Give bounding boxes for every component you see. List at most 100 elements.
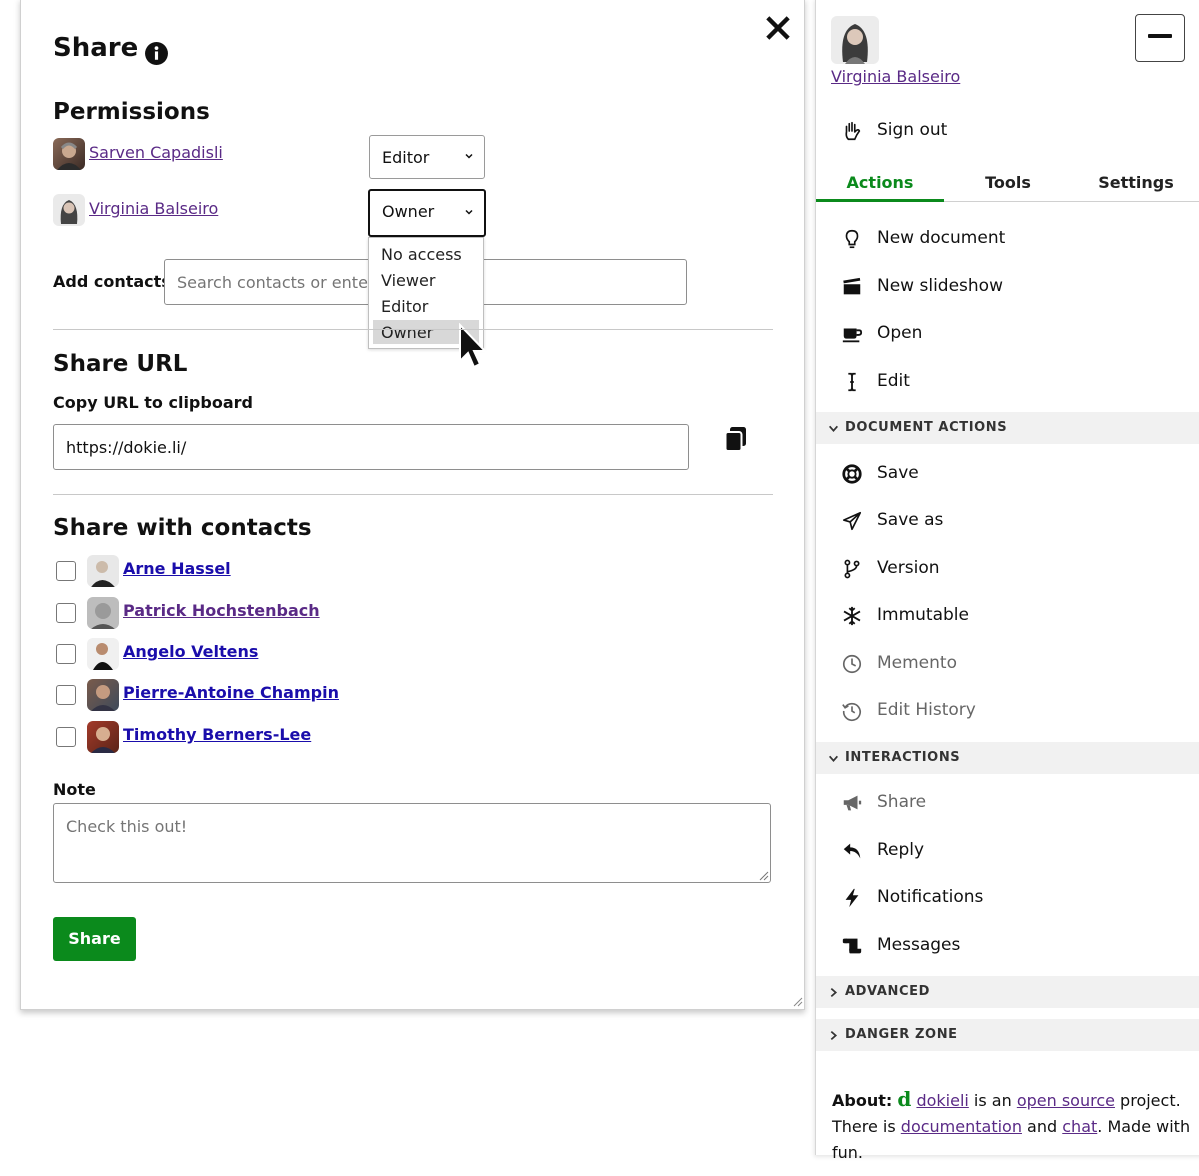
hand-wave-icon	[845, 121, 861, 141]
immutable-action[interactable]: Immutable	[816, 593, 1199, 637]
version-action[interactable]: Version	[816, 546, 1199, 590]
person-link[interactable]: Sarven Capadisli	[89, 143, 223, 162]
copy-icon[interactable]	[723, 425, 749, 453]
dialog-title: Share	[53, 33, 139, 63]
chat-link[interactable]: chat	[1062, 1117, 1097, 1136]
open-source-link[interactable]: open source	[1017, 1091, 1115, 1110]
advanced-section[interactable]: ADVANCED	[816, 976, 1199, 1008]
share-url-heading: Share URL	[53, 351, 188, 377]
resize-handle-icon[interactable]	[759, 871, 769, 881]
contact-checkbox[interactable]	[56, 685, 76, 705]
open-action[interactable]: Open	[816, 311, 1199, 355]
sidebar: Virginia Balseiro Sign out Actions Tools…	[815, 0, 1199, 1162]
about-text: About: d dokieli is an open source proje…	[832, 1086, 1192, 1166]
chevron-down-icon	[828, 755, 839, 763]
new-slideshow-action[interactable]: New slideshow	[816, 264, 1199, 308]
document-actions-section[interactable]: DOCUMENT ACTIONS	[816, 412, 1199, 444]
note-textarea[interactable]: Check this out!	[53, 803, 771, 883]
add-contacts-label: Add contacts	[53, 272, 171, 291]
avatar	[87, 679, 119, 711]
messages-action[interactable]: Messages	[816, 923, 1199, 967]
contact-checkbox[interactable]	[56, 603, 76, 623]
minus-icon	[1148, 34, 1172, 38]
share-dialog: Share Permissions Sarven Capadisli Edito…	[20, 0, 805, 1010]
notifications-action[interactable]: Notifications	[816, 875, 1199, 919]
edit-history-action[interactable]: Edit History	[816, 688, 1199, 732]
avatar	[53, 194, 85, 226]
section-title: INTERACTIONS	[845, 750, 961, 765]
dropdown-option[interactable]: No access	[373, 242, 479, 266]
new-document-action[interactable]: New document	[816, 216, 1199, 260]
minimize-button[interactable]	[1135, 14, 1185, 62]
action-label: New document	[877, 228, 1006, 248]
contact-checkbox[interactable]	[56, 561, 76, 581]
role-select[interactable]: Editor	[369, 135, 485, 179]
action-label: Save	[877, 463, 919, 483]
share-action[interactable]: Share	[816, 780, 1199, 824]
bullhorn-icon	[843, 795, 862, 811]
save-action[interactable]: Save	[816, 451, 1199, 495]
dropdown-option[interactable]: Editor	[373, 294, 479, 318]
note-label: Note	[53, 780, 96, 799]
avatar	[87, 555, 119, 587]
tab-tools[interactable]: Tools	[944, 173, 1072, 203]
contact-link[interactable]: Patrick Hochstenbach	[123, 601, 320, 620]
chevron-down-icon	[828, 425, 839, 433]
clapperboard-icon	[843, 277, 861, 295]
share-url-input[interactable]: https://dokie.li/	[53, 424, 689, 470]
code-branch-icon	[844, 559, 860, 579]
contact-checkbox[interactable]	[56, 727, 76, 747]
avatar	[87, 597, 119, 629]
chevron-right-icon	[830, 987, 838, 998]
mouse-cursor-icon	[459, 323, 488, 369]
memento-action[interactable]: Memento	[816, 641, 1199, 685]
contact-link[interactable]: Arne Hassel	[123, 559, 231, 578]
contact-link[interactable]: Pierre-Antoine Champin	[123, 683, 339, 702]
close-icon[interactable]	[765, 15, 791, 41]
section-title: DANGER ZONE	[845, 1027, 958, 1042]
contact-checkbox[interactable]	[56, 644, 76, 664]
reply-icon	[843, 843, 861, 859]
action-label: Immutable	[877, 605, 969, 625]
contact-link[interactable]: Timothy Berners-Lee	[123, 725, 311, 744]
bolt-icon	[845, 888, 859, 908]
chevron-down-icon	[465, 209, 473, 215]
share-submit-button[interactable]: Share	[53, 917, 136, 961]
chevron-right-icon	[830, 1030, 838, 1041]
avatar	[87, 721, 119, 753]
reply-action[interactable]: Reply	[816, 828, 1199, 872]
chevron-down-icon	[465, 153, 473, 159]
active-tab-indicator	[816, 199, 944, 202]
contact-link[interactable]: Angelo Veltens	[123, 642, 258, 661]
dokieli-link[interactable]: dokieli	[916, 1091, 968, 1110]
action-label: Edit History	[877, 700, 976, 720]
danger-zone-section[interactable]: DANGER ZONE	[816, 1019, 1199, 1051]
section-title: DOCUMENT ACTIONS	[845, 420, 1008, 435]
dialog-resize-handle-icon[interactable]	[793, 997, 803, 1007]
documentation-link[interactable]: documentation	[901, 1117, 1022, 1136]
action-label: Open	[877, 323, 923, 343]
tab-settings[interactable]: Settings	[1072, 173, 1199, 203]
avatar	[53, 138, 85, 170]
snowflake-icon	[843, 606, 861, 626]
info-icon[interactable]	[144, 41, 169, 66]
action-label: Messages	[877, 935, 961, 955]
role-select-value: Editor	[382, 148, 430, 167]
user-name-link[interactable]: Virginia Balseiro	[831, 67, 960, 86]
action-label: Reply	[877, 840, 925, 860]
avatar	[87, 638, 119, 670]
text-cursor-icon	[848, 372, 856, 392]
edit-action[interactable]: Edit	[816, 359, 1199, 403]
share-with-contacts-heading: Share with contacts	[53, 515, 312, 541]
sign-out-button[interactable]: Sign out	[816, 108, 1199, 152]
save-as-action[interactable]: Save as	[816, 498, 1199, 542]
interactions-section[interactable]: INTERACTIONS	[816, 742, 1199, 774]
person-link[interactable]: Virginia Balseiro	[89, 199, 218, 218]
role-select[interactable]: Owner	[368, 189, 486, 237]
lightbulb-icon	[845, 229, 859, 249]
divider	[53, 494, 773, 495]
action-label: Notifications	[877, 887, 984, 907]
permissions-heading: Permissions	[53, 99, 210, 125]
about-label: About:	[832, 1091, 893, 1110]
dropdown-option[interactable]: Viewer	[373, 268, 479, 292]
